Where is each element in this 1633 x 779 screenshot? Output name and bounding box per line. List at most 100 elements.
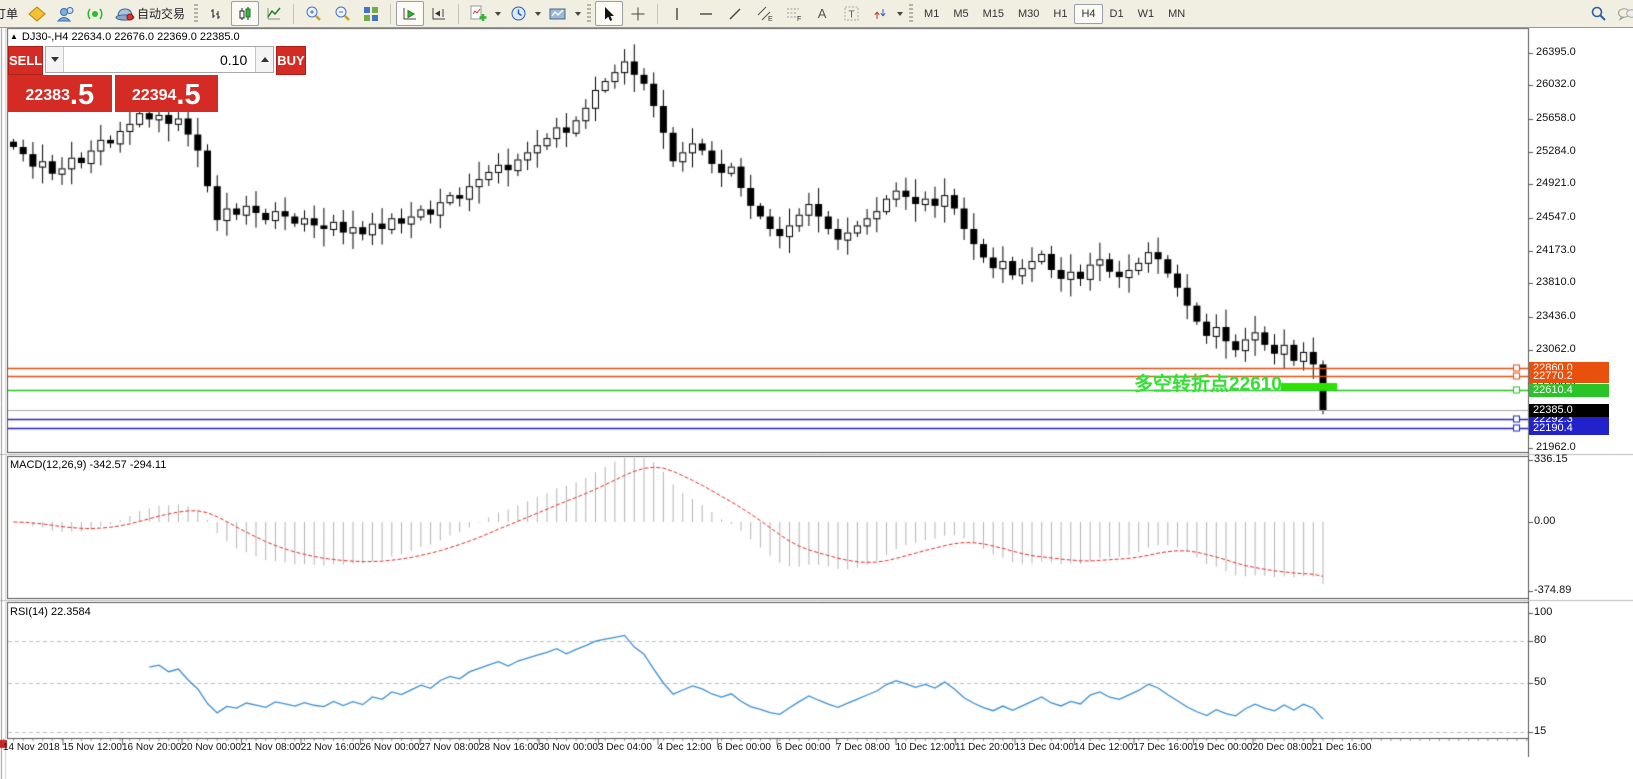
template-icon [549, 6, 567, 22]
profile-button[interactable] [52, 1, 80, 26]
sell-price[interactable]: 22383.5 [8, 75, 112, 112]
chart-title: ▲ DJ30-,H4 22634.0 22676.0 22369.0 22385.… [10, 31, 240, 43]
toolbar-grip[interactable] [587, 4, 591, 24]
periods-dropdown[interactable] [533, 2, 543, 25]
volume-decrease-button[interactable] [46, 47, 64, 72]
order-button[interactable]: 订单 [0, 5, 22, 22]
chevron-down-icon [575, 12, 581, 16]
zoom-in-button[interactable] [299, 1, 327, 26]
search-button[interactable] [1584, 1, 1612, 26]
chat-icon [1617, 6, 1633, 22]
one-click-trading-panel: SELL BUY 22383.5 22394.5 [8, 46, 218, 112]
template-button[interactable] [544, 1, 572, 26]
svg-text:F: F [797, 16, 801, 22]
mt4-window: 订单 自动交易 [0, 0, 1633, 779]
buy-price-int: 22394 [132, 81, 177, 111]
sell-button[interactable]: SELL [8, 46, 43, 75]
hline-tool-button[interactable] [692, 1, 720, 26]
hline-icon [698, 6, 714, 22]
text-tool-button[interactable]: A [808, 1, 836, 26]
arrows-tool-button[interactable] [866, 1, 894, 26]
zoom-out-icon [334, 5, 351, 22]
candlestick-button[interactable] [231, 1, 259, 26]
sell-price-frac: .5 [70, 80, 94, 111]
candlestick-icon [237, 6, 253, 22]
crosshair-button[interactable] [624, 1, 652, 26]
timeframe-button-d1[interactable]: D1 [1103, 4, 1131, 24]
timeframe-button-m1[interactable]: M1 [917, 4, 946, 24]
cursor-icon [601, 6, 617, 22]
autotrading-label: 自动交易 [137, 5, 185, 22]
svg-text:T: T [848, 10, 854, 21]
symbol-ohlc-text: DJ30-,H4 22634.0 22676.0 22369.0 22385.0 [22, 31, 240, 43]
label-tool-button[interactable]: T [837, 1, 865, 26]
arrows-dropdown[interactable] [895, 2, 905, 25]
new-order-icon [28, 6, 46, 22]
chevron-down-icon [897, 12, 903, 16]
volume-stepper [45, 46, 274, 73]
timeframe-button-m5[interactable]: M5 [946, 4, 975, 24]
chart-shift-icon [431, 6, 447, 22]
fibonacci-icon: F [785, 5, 802, 22]
add-indicator-button[interactable] [464, 1, 492, 26]
trendline-icon [727, 6, 743, 22]
fibonacci-tool-button[interactable]: F [779, 1, 807, 26]
chevron-down-icon [535, 12, 541, 16]
zoom-in-icon [305, 5, 322, 22]
new-order-button[interactable] [23, 1, 51, 26]
timeframe-button-w1[interactable]: W1 [1131, 4, 1162, 24]
periods-button[interactable] [504, 1, 532, 26]
buy-price-frac: .5 [176, 80, 200, 111]
chevron-down-icon [495, 12, 501, 16]
vline-icon [669, 6, 685, 22]
profile-icon [57, 6, 75, 22]
bar-chart-icon [208, 6, 224, 22]
auto-scroll-button[interactable] [396, 1, 424, 26]
line-chart-button[interactable] [260, 1, 288, 26]
timeframe-button-mn[interactable]: MN [1161, 4, 1192, 24]
trendline-tool-button[interactable] [721, 1, 749, 26]
channel-tool-button[interactable]: E [750, 1, 778, 26]
volume-increase-button[interactable] [255, 47, 273, 72]
periods-icon [510, 5, 527, 22]
chart-shift-button[interactable] [425, 1, 453, 26]
timeframe-group: M1M5M15M30H1H4D1W1MN [917, 4, 1192, 24]
timeframe-button-h1[interactable]: H1 [1046, 4, 1074, 24]
toolbar-grip[interactable] [909, 4, 913, 24]
timeframe-button-m15[interactable]: M15 [976, 4, 1011, 24]
volume-input[interactable] [64, 47, 255, 72]
auto-scroll-icon [402, 6, 418, 22]
cursor-button[interactable] [595, 1, 623, 26]
timeframe-button-h4[interactable]: H4 [1074, 4, 1102, 24]
arrows-icon [872, 6, 888, 22]
signals-button[interactable] [81, 1, 109, 26]
add-indicator-icon [470, 5, 487, 22]
text-icon: A [818, 6, 827, 21]
bar-chart-button[interactable] [202, 1, 230, 26]
collapse-icon[interactable]: ▲ [10, 32, 18, 41]
sell-price-int: 22383 [25, 81, 70, 111]
crosshair-icon [630, 6, 646, 22]
timeframe-button-m30[interactable]: M30 [1011, 4, 1046, 24]
autotrading-icon [115, 6, 135, 22]
label-icon: T [843, 5, 860, 22]
vline-tool-button[interactable] [663, 1, 691, 26]
zoom-out-button[interactable] [328, 1, 356, 26]
svg-text:E: E [768, 16, 773, 22]
add-indicator-dropdown[interactable] [493, 2, 503, 25]
template-dropdown[interactable] [573, 2, 583, 25]
chat-button[interactable] [1613, 1, 1633, 26]
toolbar: 订单 自动交易 [0, 0, 1633, 28]
macd-label: MACD(12,26,9) -342.57 -294.11 [10, 459, 166, 471]
search-icon [1590, 5, 1607, 22]
buy-price[interactable]: 22394.5 [115, 75, 219, 112]
toolbar-grip[interactable] [194, 4, 198, 24]
buy-button[interactable]: BUY [276, 46, 305, 75]
tile-windows-button[interactable] [357, 1, 385, 26]
channel-icon: E [756, 5, 773, 22]
turning-point-annotation[interactable]: 多空转折点22610 [1134, 369, 1282, 396]
chart-canvas[interactable] [0, 0, 1633, 779]
autotrading-button[interactable]: 自动交易 [110, 1, 190, 26]
tile-windows-icon [363, 6, 379, 22]
triangle-down-icon [51, 57, 59, 62]
